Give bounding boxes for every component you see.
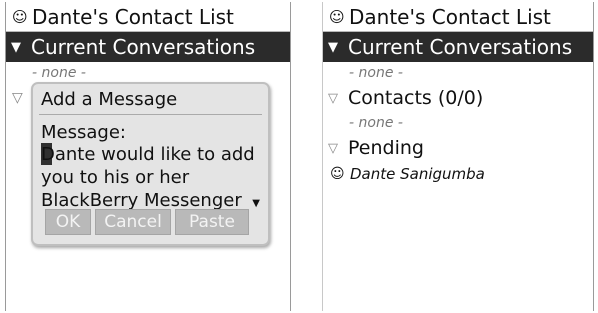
- chevron-down-icon: ▽: [328, 90, 338, 106]
- contact-icon: ☺: [330, 166, 345, 182]
- screen-left: ☺ Dante's Contact List ▼ Current Convers…: [5, 2, 291, 311]
- section-current-conversations[interactable]: ▼ Current Conversations: [323, 32, 593, 62]
- message-label: Message:: [41, 122, 126, 143]
- text-cursor: [41, 143, 52, 165]
- section-label: Current Conversations: [348, 35, 573, 59]
- smiley-icon: ☺: [12, 7, 28, 26]
- smiley-icon: ☺: [329, 7, 345, 26]
- section-label: Current Conversations: [31, 35, 256, 59]
- chevron-down-icon: ▽: [12, 90, 23, 106]
- none-text: - none -: [349, 115, 403, 131]
- none-label: - none -: [323, 62, 593, 84]
- add-message-dialog: Add a Message Message: Dante would like …: [31, 82, 270, 246]
- message-input[interactable]: Dante would like to add you to his or he…: [39, 143, 262, 213]
- none-label: - none -: [323, 112, 593, 134]
- chevron-down-icon: ▼: [11, 39, 21, 55]
- pending-contact-item[interactable]: ☺ Dante Sanigumba: [323, 162, 593, 186]
- title-bar: ☺ Dante's Contact List: [6, 2, 290, 32]
- scroll-down-icon[interactable]: ▼: [252, 198, 260, 209]
- ok-button[interactable]: OK: [45, 209, 91, 235]
- paste-button[interactable]: Paste: [175, 209, 249, 235]
- title-bar: ☺ Dante's Contact List: [323, 2, 593, 32]
- section-label: Contacts (0/0): [348, 87, 484, 109]
- section-label: Pending: [348, 137, 424, 159]
- section-current-conversations[interactable]: ▼ Current Conversations: [6, 32, 290, 62]
- section-contacts[interactable]: ▽ Contacts (0/0): [323, 84, 593, 112]
- app-title: Dante's Contact List: [32, 4, 234, 29]
- chevron-down-icon: ▽: [328, 140, 338, 156]
- none-text: - none -: [349, 65, 403, 81]
- chevron-down-icon: ▼: [328, 39, 338, 55]
- section-pending[interactable]: ▽ Pending: [323, 134, 593, 162]
- app-title: Dante's Contact List: [349, 4, 551, 29]
- dialog-buttons: OK Cancel Paste: [45, 209, 249, 235]
- screen-right: ☺ Dante's Contact List ▼ Current Convers…: [322, 2, 594, 311]
- cancel-button[interactable]: Cancel: [95, 209, 171, 235]
- none-label: - none -: [6, 62, 290, 84]
- none-text: - none -: [32, 65, 86, 81]
- message-text: Dante would like to add you to his or he…: [41, 144, 255, 211]
- dialog-title: Add a Message: [39, 89, 262, 115]
- pending-contact-name: Dante Sanigumba: [350, 165, 485, 183]
